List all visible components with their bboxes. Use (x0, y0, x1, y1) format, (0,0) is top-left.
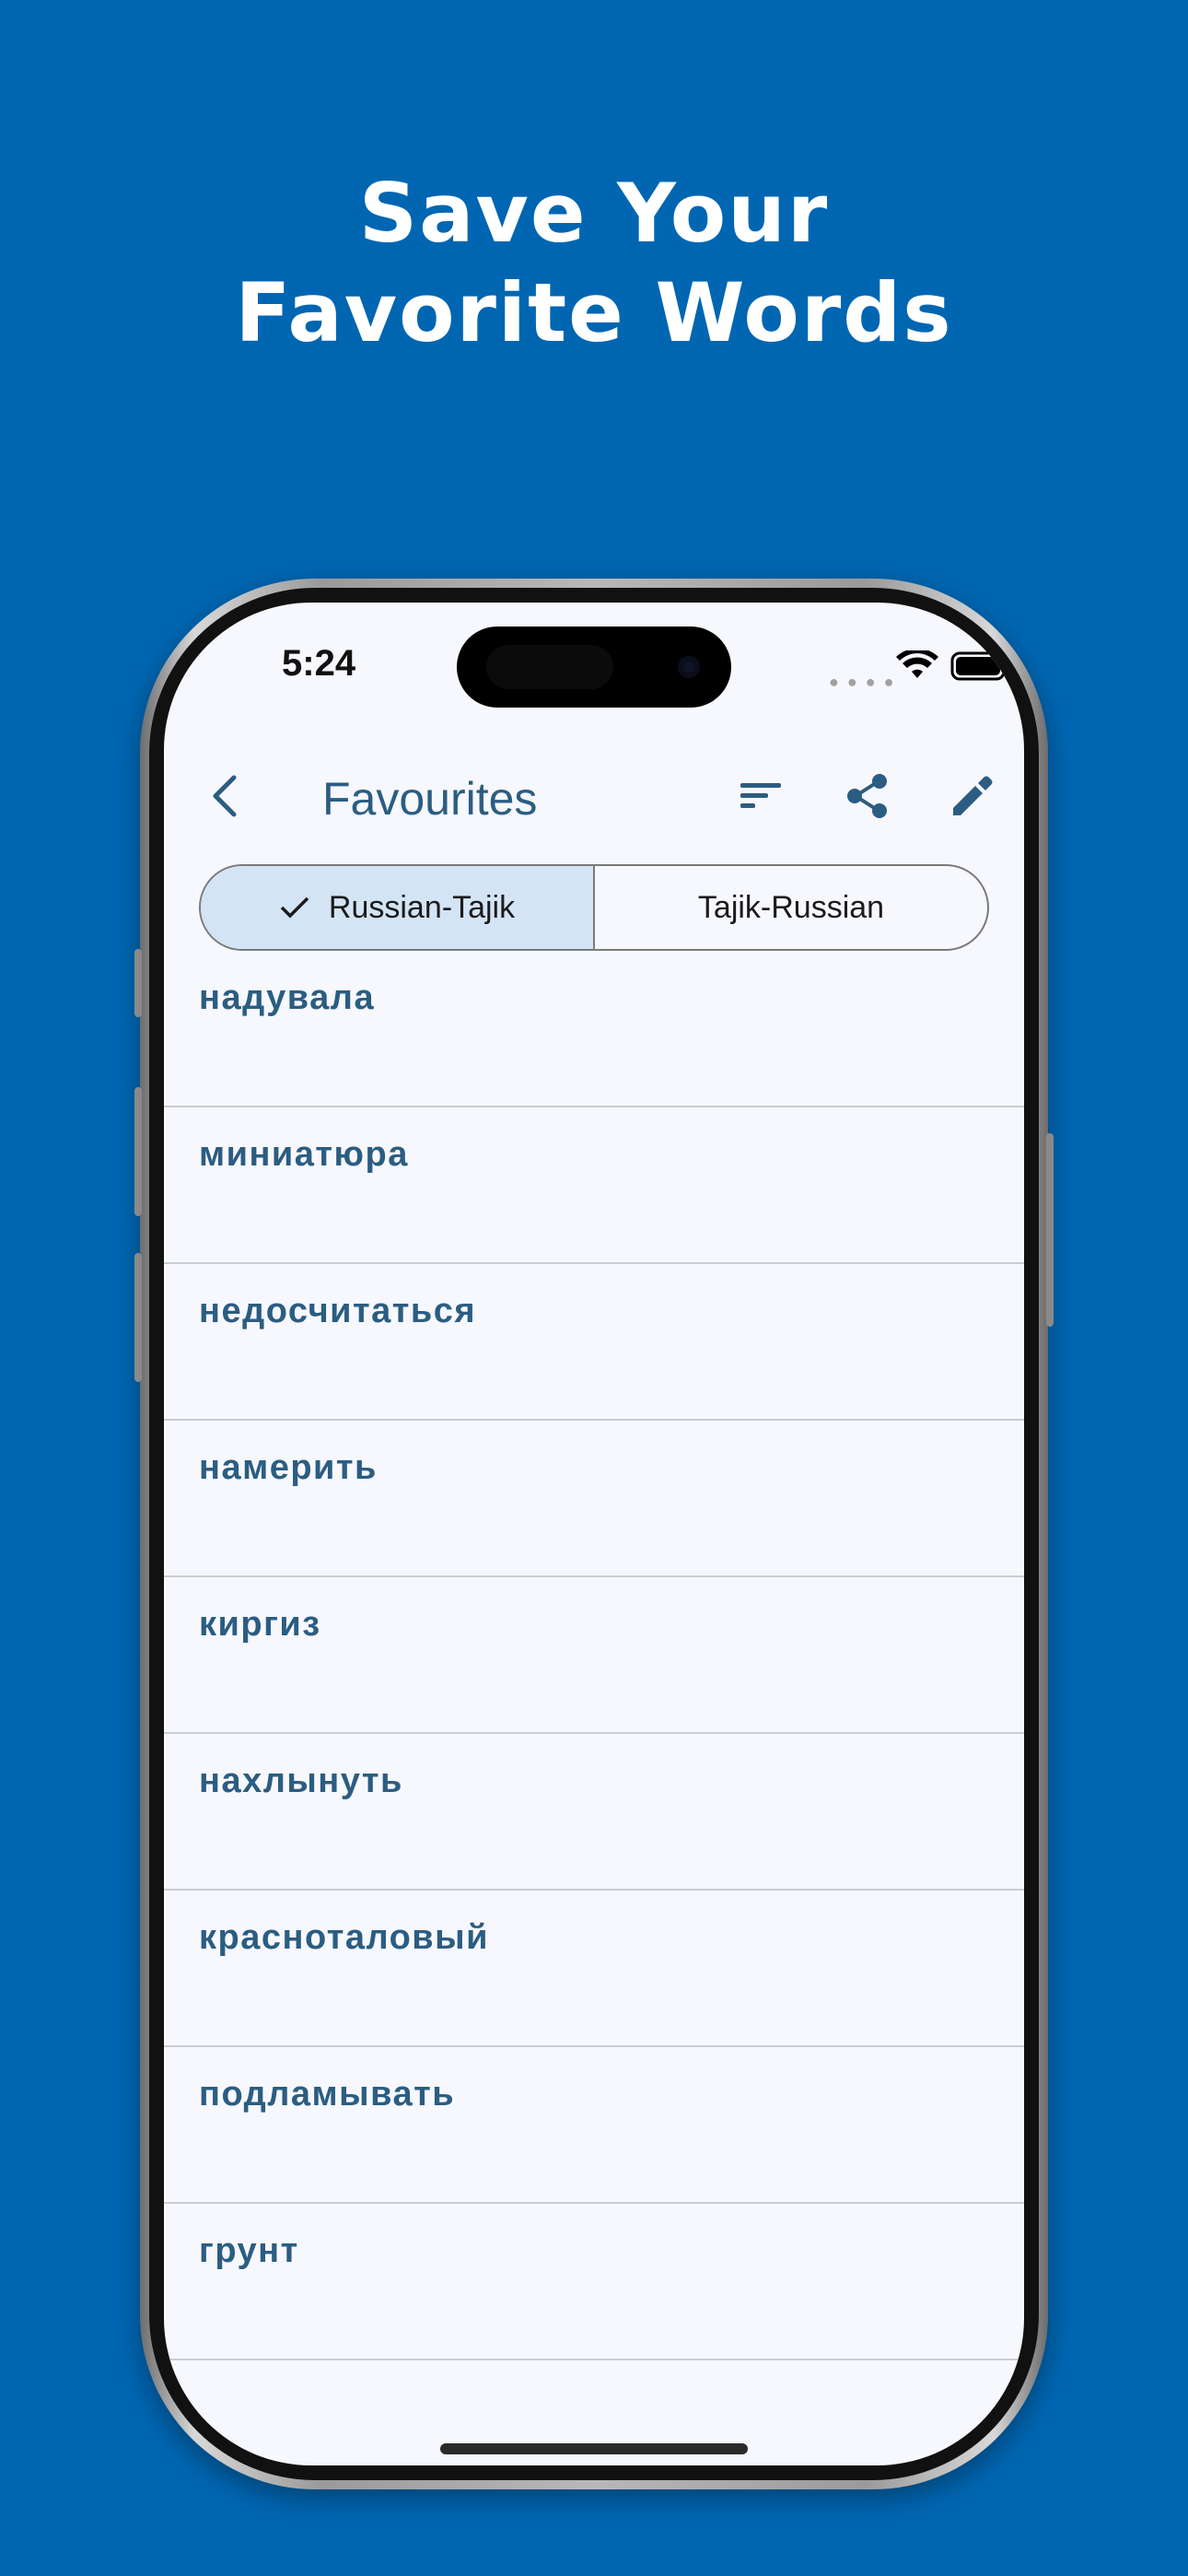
back-button[interactable] (184, 741, 265, 851)
list-item[interactable]: миниатюра (164, 1107, 1024, 1264)
power-button (1046, 1133, 1054, 1327)
word-label: грунт (199, 2231, 299, 2270)
edit-pencil-icon (953, 776, 993, 815)
volume-down-button (134, 1253, 142, 1382)
headline: Save Your Favorite Words (0, 164, 1188, 363)
list-item[interactable]: красноталовый (164, 1891, 1024, 2047)
share-icon (847, 774, 887, 818)
list-item[interactable]: надувала (164, 951, 1024, 1107)
list-item[interactable]: нахлынуть (164, 1734, 1024, 1891)
word-label: надувала (199, 978, 376, 1017)
cellular-dots-icon: ● ● ● ● (829, 673, 896, 691)
word-label: нахлынуть (199, 1762, 403, 1800)
word-label: подламывать (199, 2075, 456, 2113)
favourites-list: надувала миниатюра недосчитаться намерит… (164, 951, 1024, 2360)
word-label: недосчитаться (199, 1292, 477, 1330)
list-item[interactable]: подламывать (164, 2047, 1024, 2204)
volume-up-button (134, 1087, 142, 1216)
word-label: киргиз (199, 1605, 321, 1644)
wifi-icon (896, 650, 938, 678)
segment-tajik-russian[interactable]: Tajik-Russian (595, 866, 987, 949)
headline-line-2: Favorite Words (235, 265, 953, 360)
segment-label: Russian-Tajik (328, 889, 516, 925)
action-button (134, 949, 142, 1017)
island-sensor (486, 645, 613, 689)
page-title: Favourites (322, 773, 538, 825)
app-bar: Favourites (164, 741, 1024, 851)
edit-button[interactable] (930, 741, 1011, 851)
segment-label: Tajik-Russian (697, 889, 885, 925)
word-label: миниатюра (199, 1135, 409, 1174)
check-icon (280, 896, 309, 919)
word-label: красноталовый (199, 1918, 489, 1957)
battery-icon (950, 651, 1009, 681)
segment-russian-tajik[interactable]: Russian-Tajik (201, 866, 595, 949)
home-indicator[interactable] (440, 2443, 748, 2454)
list-item[interactable]: намерить (164, 1421, 1024, 1577)
front-camera (678, 656, 700, 678)
word-label: намерить (199, 1448, 378, 1487)
list-item[interactable]: грунт (164, 2204, 1024, 2360)
sort-button[interactable] (720, 741, 801, 851)
back-arrow-icon (213, 775, 237, 817)
app-screen: 5:24 ● ● ● ● Favourites Russian-Tajik Ta… (164, 603, 1024, 2465)
share-button[interactable] (827, 741, 908, 851)
headline-line-1: Save Your (358, 166, 830, 261)
list-item[interactable]: киргиз (164, 1577, 1024, 1734)
status-time: 5:24 (282, 643, 356, 684)
sort-icon (740, 783, 781, 808)
list-item[interactable]: недосчитаться (164, 1264, 1024, 1421)
dynamic-island (457, 626, 731, 708)
language-direction-toggle: Russian-Tajik Tajik-Russian (199, 864, 989, 951)
